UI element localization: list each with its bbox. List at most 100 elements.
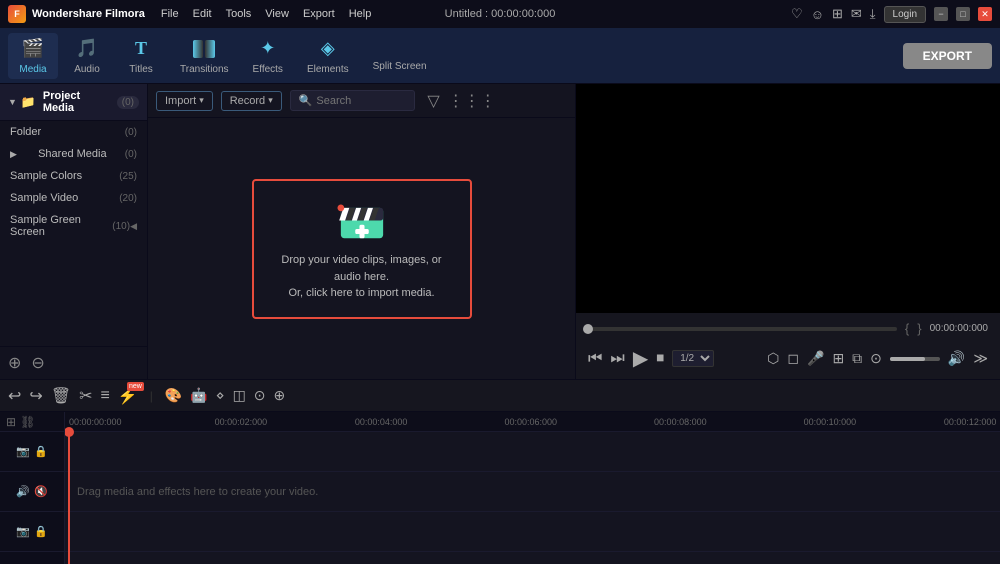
menu-export[interactable]: Export: [297, 6, 341, 22]
stop-button[interactable]: ⏹: [656, 350, 664, 368]
tool-effects-label: Effects: [253, 64, 283, 75]
filter-icon[interactable]: ▽: [427, 91, 439, 111]
zoom-icon[interactable]: ⧉: [852, 350, 862, 367]
icon-mail[interactable]: ✉: [851, 6, 862, 22]
prev-frame-button[interactable]: ⏮: [588, 350, 602, 368]
icon-heart[interactable]: ♡: [791, 6, 803, 22]
track-labels: ⊞ ⛓ 📷 🔒 🔊 🔇 📷 🔒: [0, 412, 65, 564]
tool-effects[interactable]: ✦ Effects: [243, 33, 293, 79]
mask-icon[interactable]: ◫: [233, 387, 246, 404]
play-button[interactable]: ▶: [633, 346, 648, 371]
effects-icon: ✦: [256, 37, 280, 61]
logo-icon: F: [8, 5, 26, 23]
grid-view-icon[interactable]: ⋮⋮⋮: [448, 91, 496, 111]
ruler-mark-3: 00:00:06:000: [504, 417, 557, 427]
media-item-shared[interactable]: ▶ Shared Media (0): [0, 143, 147, 165]
toolbar: 🎬 Media 🎵 Audio T Titles Transitions ✦ E…: [0, 28, 1000, 84]
track-row-video[interactable]: [65, 432, 1000, 472]
speed-badge: new: [127, 382, 144, 391]
color-grading-icon[interactable]: 🎨: [165, 387, 182, 404]
menu-edit[interactable]: Edit: [187, 6, 218, 22]
menu-file[interactable]: File: [155, 6, 185, 22]
menu-tools[interactable]: Tools: [220, 6, 258, 22]
video-count: (20): [119, 193, 137, 204]
minimize-button[interactable]: −: [934, 7, 948, 21]
preview-timeline-bar[interactable]: [588, 327, 897, 331]
snap-icon[interactable]: ⊞: [832, 350, 844, 367]
more-icon[interactable]: ≫: [973, 350, 988, 367]
drop-zone[interactable]: Drop your video clips, images, or audio …: [252, 179, 472, 319]
split-button[interactable]: ✂: [79, 386, 92, 406]
screenshot-icon[interactable]: ◻: [787, 350, 799, 367]
mute-icon[interactable]: 🔇: [34, 485, 48, 498]
tool-media[interactable]: 🎬 Media: [8, 33, 58, 79]
drop-area[interactable]: Drop your video clips, images, or audio …: [148, 118, 575, 379]
display-icon[interactable]: ⬡: [767, 350, 779, 367]
icon-grid-titlebar[interactable]: ⊞: [832, 6, 843, 22]
undo-button[interactable]: ↩: [8, 386, 21, 406]
media-item-video[interactable]: Sample Video (20): [0, 187, 147, 209]
record-button[interactable]: Record ▾: [221, 91, 282, 111]
main-area: ▼ 📁 Project Media (0) Folder (0) ▶ Share…: [0, 84, 1000, 379]
folder-icon: 📁: [21, 95, 36, 109]
link-icon[interactable]: ⛓: [20, 415, 35, 429]
tool-elements[interactable]: ◈ Elements: [297, 33, 359, 79]
project-media-count: (0): [117, 96, 139, 109]
project-media-header: ▼ 📁 Project Media (0): [0, 84, 147, 121]
volume-icon[interactable]: 🔊: [948, 350, 965, 367]
track-row-audio[interactable]: Drag media and effects here to create yo…: [65, 472, 1000, 512]
search-box: 🔍: [290, 90, 416, 111]
mic-icon[interactable]: 🎤: [807, 350, 824, 367]
gs-arrow: ◀: [130, 221, 137, 232]
search-input[interactable]: [316, 95, 406, 107]
media-item-greenscreen[interactable]: Sample Green Screen (10) ◀: [0, 209, 147, 243]
volume-slider[interactable]: [890, 357, 940, 361]
keyframe-icon[interactable]: ⋄: [216, 387, 225, 404]
tool-transitions-label: Transitions: [180, 64, 229, 75]
ruler-mark-2: 00:00:04:000: [355, 417, 408, 427]
import-button[interactable]: Import ▾: [156, 91, 213, 111]
add-track-icon[interactable]: ⊞: [6, 415, 16, 429]
preview-panel: { } 00:00:00:000 ⏮ ⏭ ▶ ⏹ 1/2 1/4 1 2 ⬡ ◻: [575, 84, 1000, 379]
speed-selector[interactable]: 1/2 1/4 1 2: [672, 350, 714, 367]
menu-view[interactable]: View: [259, 6, 295, 22]
ai-icon[interactable]: 🤖: [190, 387, 207, 404]
tool-audio[interactable]: 🎵 Audio: [62, 33, 112, 79]
maximize-button[interactable]: □: [956, 7, 970, 21]
add-folder-icon[interactable]: ⊕: [8, 353, 21, 373]
left-panel: ▼ 📁 Project Media (0) Folder (0) ▶ Share…: [0, 84, 148, 379]
skip-back-button[interactable]: ⏭: [610, 350, 624, 368]
remove-folder-icon[interactable]: ⊖: [31, 353, 44, 373]
lock-icon[interactable]: 🔒: [34, 445, 48, 458]
volume-fill: [890, 357, 925, 361]
icon-download[interactable]: ⤓: [870, 6, 876, 22]
delete-button[interactable]: 🗑: [51, 386, 71, 406]
divider1: |: [150, 389, 153, 403]
timeline-thumb[interactable]: [583, 324, 593, 334]
close-button[interactable]: ✕: [978, 7, 992, 21]
track-label-3: 📷 🔒: [0, 512, 64, 552]
menu-help[interactable]: Help: [343, 6, 378, 22]
tool-elements-label: Elements: [307, 64, 349, 75]
tool-titles[interactable]: T Titles: [116, 33, 166, 79]
track3-lock-icon[interactable]: 🔒: [34, 525, 48, 538]
login-button[interactable]: Login: [884, 6, 926, 23]
tool-transitions[interactable]: Transitions: [170, 33, 239, 79]
redo-button[interactable]: ↪: [29, 386, 42, 406]
timeline-section: ↩ ↪ 🗑 ✂ ≡ ⚡ new | 🎨 🤖 ⋄ ◫ ⊙ ⊕ ⊞ ⛓ 📷 🔒: [0, 379, 1000, 564]
media-item-folder[interactable]: Folder (0): [0, 121, 147, 143]
circle-icon[interactable]: ⊙: [870, 350, 882, 367]
ruler-corner: ⊞ ⛓: [0, 412, 64, 432]
track-content: 00:00:00:000 00:00:02:000 00:00:04:000 0…: [65, 412, 1000, 564]
stabilize-icon[interactable]: ⊙: [254, 387, 266, 404]
import-arrow-icon: ▾: [199, 95, 204, 106]
icon-face[interactable]: ☺: [811, 7, 824, 22]
drag-hint-text: Drag media and effects here to create yo…: [77, 486, 318, 498]
tool-splitscreen[interactable]: Split Screen: [363, 36, 437, 76]
crop-button[interactable]: ≡: [101, 387, 110, 405]
export-button[interactable]: EXPORT: [903, 43, 992, 69]
media-item-colors[interactable]: Sample Colors (25): [0, 165, 147, 187]
track-row-3[interactable]: [65, 512, 1000, 552]
folder-label: Folder: [10, 126, 41, 138]
more-effects-icon[interactable]: ⊕: [274, 387, 286, 404]
